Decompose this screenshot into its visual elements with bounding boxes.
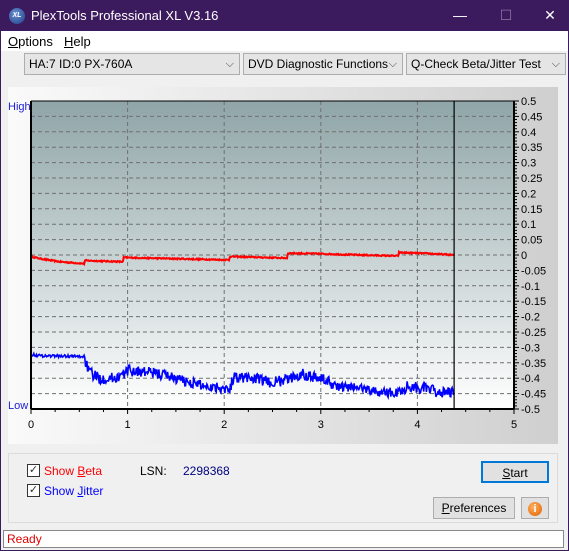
- y-tick-label: 0.45: [521, 111, 542, 123]
- y-tick-label: 0.4: [521, 127, 536, 139]
- show-beta-label[interactable]: Show Beta: [44, 464, 102, 478]
- y-tick-label: 0.35: [521, 142, 542, 154]
- show-jitter-label[interactable]: Show Jitter: [44, 484, 103, 498]
- info-icon: i: [528, 502, 542, 516]
- y-tick-label: 0.15: [521, 204, 542, 216]
- lsn-label: LSN:: [140, 464, 167, 478]
- lsn-value: 2298368: [183, 464, 230, 478]
- y-tick-label: -0.45: [521, 389, 546, 401]
- y-tick-label: 0.1: [521, 219, 536, 231]
- y-tick-label: 0.3: [521, 158, 536, 170]
- show-jitter-checkbox[interactable]: ✓: [27, 484, 40, 497]
- x-tick-label: 3: [318, 419, 324, 431]
- x-tick-label: 4: [414, 419, 420, 431]
- y-tick-label: -0.1: [521, 281, 540, 293]
- y-tick-label: -0.5: [521, 404, 540, 416]
- start-button[interactable]: Start: [481, 461, 549, 483]
- y-tick-label: -0.3: [521, 342, 540, 354]
- y-tick-label: 0.5: [521, 96, 536, 108]
- show-beta-checkbox[interactable]: ✓: [27, 464, 40, 477]
- y-tick-label: 0.05: [521, 235, 542, 247]
- x-tick-label: 2: [221, 419, 227, 431]
- preferences-button[interactable]: Preferences: [433, 497, 515, 519]
- x-tick-label: 5: [511, 419, 517, 431]
- y-tick-label: -0.2: [521, 312, 540, 324]
- y-tick-label: 0.2: [521, 188, 536, 200]
- y-tick-label: 0.25: [521, 173, 542, 185]
- y-tick-label: -0.35: [521, 358, 546, 370]
- y-tick-label: -0.15: [521, 296, 546, 308]
- y-tick-label: -0.25: [521, 327, 546, 339]
- y-tick-label: -0.4: [521, 373, 540, 385]
- status-bar: Ready: [3, 530, 564, 548]
- info-button[interactable]: i: [521, 497, 549, 519]
- x-tick-label: 1: [125, 419, 131, 431]
- status-text: Ready: [7, 532, 42, 546]
- y-tick-label: 0: [521, 250, 527, 262]
- y-tick-label: -0.05: [521, 265, 546, 277]
- x-tick-label: 0: [28, 419, 34, 431]
